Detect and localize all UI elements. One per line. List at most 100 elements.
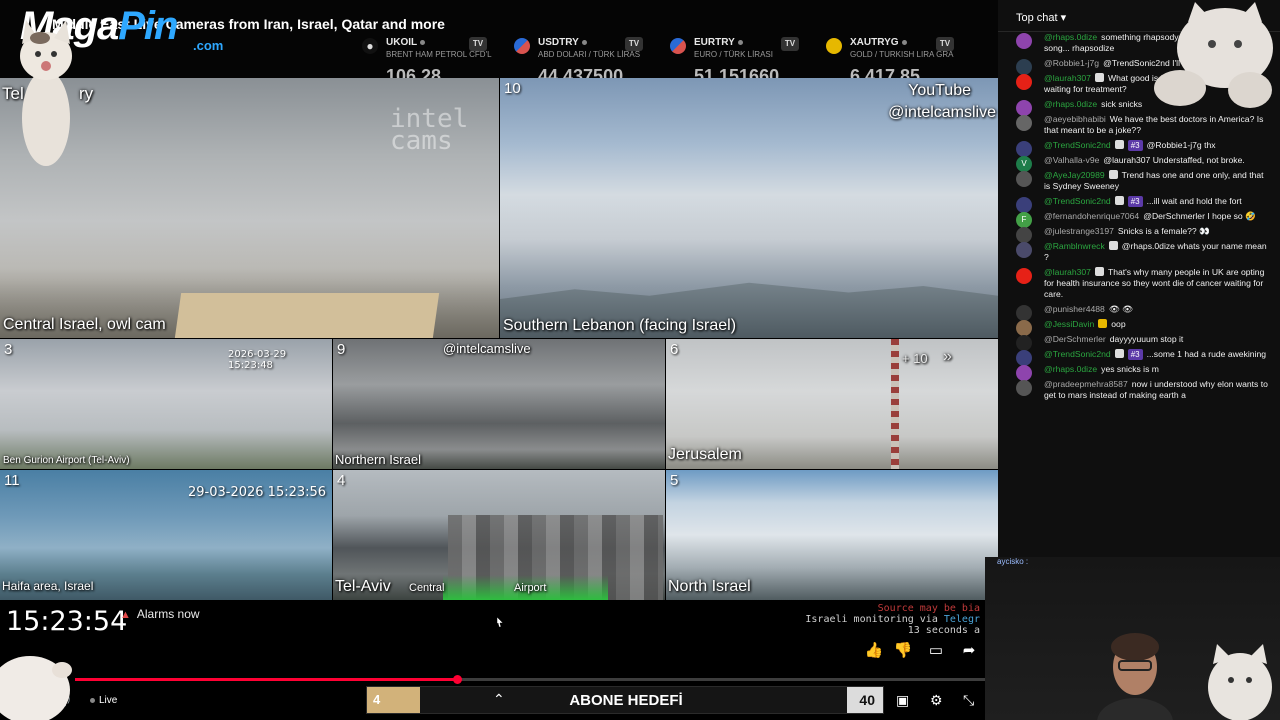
chat-text: ...ill wait and hold the fort	[1146, 196, 1242, 206]
chat-author[interactable]: @TrendSonic2nd	[1044, 140, 1111, 150]
camera-number: 6	[670, 341, 679, 358]
gear-icon[interactable]: ⚙	[930, 692, 943, 709]
avatar[interactable]	[1016, 74, 1032, 90]
chat-author[interactable]: @pradeepmehra8587	[1044, 379, 1128, 389]
antenna-tower	[891, 339, 899, 469]
chat-message[interactable]: @julestrange3197 Snicks is a female?? 👀	[998, 224, 1280, 243]
chat-author[interactable]: @rhaps.0dize	[1044, 99, 1097, 109]
chat-author[interactable]: @TrendSonic2nd	[1044, 196, 1111, 206]
chat-message[interactable]: @pradeepmehra8587 now i understood why el…	[998, 377, 1280, 403]
chat-message[interactable]: @TrendSonic2nd #3 @Robbie1-j7g thx	[998, 138, 1280, 157]
chat-author[interactable]: @JessiDavin	[1044, 319, 1094, 329]
alarm-label: Alarms now	[136, 607, 200, 621]
tradingview-icon[interactable]: TV	[469, 37, 487, 51]
chat-author[interactable]: @laurah307	[1044, 267, 1091, 277]
chat-message[interactable]: F @fernandohenrique7064 @DerSchmerler I ho…	[998, 209, 1280, 228]
share-icon[interactable]: ➦	[958, 640, 980, 662]
ticker-xautryg: XAUTRYG TV GOLD / TURKISH LIRA GRA 6.417…	[826, 36, 966, 86]
ticker-eurtry: EURTRY TV EURO / TÜRK LİRASI 51.151660	[670, 36, 810, 86]
gold-coin-icon	[826, 38, 842, 54]
ticker-description: EURO / TÜRK LİRASI	[694, 50, 773, 59]
chat-text: @laurah307 Understaffed, not broke.	[1103, 155, 1245, 165]
chat-author[interactable]: @Valhalla-v9e	[1044, 155, 1099, 165]
chat-author[interactable]: @laurah307	[1044, 73, 1091, 83]
ticker-symbol: XAUTRYG	[850, 37, 899, 48]
chat-message[interactable]: @TrendSonic2nd #3 ...some 1 had a rude awe…	[998, 347, 1280, 366]
comment-icon[interactable]: ▭	[925, 640, 947, 662]
chat-message[interactable]: @JessiDavin oop	[998, 317, 1280, 336]
member-badge-icon	[1114, 349, 1124, 358]
tradingview-icon[interactable]: TV	[781, 37, 799, 51]
chat-message[interactable]: @laurah307 That's why many people in UK a…	[998, 265, 1280, 302]
chat-author[interactable]: @fernandohenrique7064	[1044, 211, 1139, 221]
chat-message[interactable]: @AyeJay20989 Trend has one and one only, …	[998, 168, 1280, 194]
youtube-handle: @intelcamslive	[888, 104, 996, 121]
chat-author[interactable]: @DerSchmerler	[1044, 334, 1106, 344]
progress-handle[interactable]	[453, 675, 463, 684]
chat-message[interactable]: @punisher4488 👁 👁	[998, 302, 1280, 321]
chat-text: 👁 👁	[1108, 304, 1134, 314]
member-badge-icon	[1094, 267, 1104, 276]
camera-number: 4	[337, 472, 346, 489]
like-icon[interactable]: 👍	[863, 640, 885, 662]
ticker-usdtry: USDTRY TV ABD DOLARI / TÜRK LİRAS 44.437…	[514, 36, 664, 86]
member-badge-icon	[1098, 319, 1108, 328]
video-player[interactable]: Middle East Live Cameras from Iran, Isra…	[0, 0, 998, 720]
chat-author[interactable]: @aeyebibhabibi	[1044, 114, 1106, 124]
subscriber-goal-bar: 4 ⌃ ABONE HEDEFİ 40	[366, 686, 884, 714]
stream-header-bar: Middle East Live Cameras from Iran, Isra…	[0, 0, 998, 86]
alarm-indicator: ▲ Alarms now	[120, 607, 200, 621]
camera-label: Northern Israel	[335, 452, 421, 467]
chat-message[interactable]: @TrendSonic2nd #3 ...ill wait and hold the…	[998, 194, 1280, 213]
rank-badge: #3	[1127, 349, 1143, 360]
chat-message[interactable]: V @Valhalla-v9e @laurah307 Understaffed, n…	[998, 153, 1280, 172]
more-cameras-count[interactable]: + 10	[902, 351, 928, 366]
camera-label: North Israel	[668, 578, 751, 595]
chat-author[interactable]: @rhaps.0dize	[1044, 364, 1097, 374]
reaction-buttons: 👍 👎 ▭ ➦	[860, 640, 990, 662]
camera-label: Southern Lebanon (facing Israel)	[503, 317, 737, 334]
streamer-avatar	[1097, 633, 1173, 720]
chat-text: @DerSchmerler I hope so 🤣	[1143, 211, 1256, 221]
chat-text: ...some 1 had a rude awekining	[1146, 349, 1267, 359]
camera-north-israel: 5 North Israel	[666, 470, 998, 600]
avatar[interactable]	[1016, 115, 1032, 131]
chat-author[interactable]: @AyeJay20989	[1044, 170, 1105, 180]
chat-author[interactable]: @TrendSonic2nd	[1044, 349, 1111, 359]
camera-number: 9	[337, 341, 346, 358]
chevron-right-icon[interactable]: »	[943, 348, 952, 366]
avatar[interactable]	[1016, 380, 1032, 396]
progress-bar[interactable]	[75, 675, 985, 684]
chat-author[interactable]: @punisher4488	[1044, 304, 1105, 314]
telegram-link[interactable]: Telegr	[944, 614, 980, 625]
chat-text: dayyyyuuum stop it	[1109, 334, 1184, 344]
live-indicator[interactable]: Live	[90, 695, 117, 706]
chat-message[interactable]: @Ramblnwreck @rhaps.0dize whats your name…	[998, 239, 1280, 265]
monitoring-note: Source may be bia Israeli monitoring via…	[805, 603, 980, 636]
chat-author[interactable]: @julestrange3197	[1044, 226, 1114, 236]
chat-mode-dropdown[interactable]: Top chat ▾	[1016, 11, 1066, 24]
camera-label: Central Israel, owl cam	[3, 316, 166, 333]
member-badge-icon	[1108, 170, 1118, 179]
dislike-icon[interactable]: 👎	[892, 640, 914, 662]
youtube-label: YouTube	[908, 82, 971, 99]
live-label: Live	[99, 695, 118, 706]
exit-fullscreen-icon[interactable]: ⤡	[963, 692, 974, 709]
chat-author[interactable]: @rhaps.0dize	[1044, 32, 1097, 42]
tradingview-icon[interactable]: TV	[936, 37, 954, 51]
avatar[interactable]	[1016, 171, 1032, 187]
intelcams-watermark: intel cams	[390, 104, 469, 156]
avatar[interactable]	[1016, 268, 1032, 284]
camera-corner-text-right: ry	[79, 84, 94, 103]
chat-author[interactable]: @Robbie1-j7g	[1044, 58, 1099, 68]
avatar[interactable]	[1016, 33, 1032, 49]
chat-message[interactable]: @DerSchmerler dayyyyuuum stop it	[998, 332, 1280, 351]
chat-author[interactable]: @Ramblnwreck	[1044, 241, 1105, 251]
chat-text: sick snicks	[1101, 99, 1143, 109]
captions-icon[interactable]: ▣	[896, 692, 909, 709]
tradingview-icon[interactable]: TV	[625, 37, 643, 51]
camera-timestamp: 2026-03-29 15:23:48	[228, 349, 287, 371]
chat-message[interactable]: @rhaps.0dize yes snicks is m	[998, 362, 1280, 381]
oil-drop-icon: ●	[362, 38, 378, 54]
avatar[interactable]	[1016, 242, 1032, 258]
